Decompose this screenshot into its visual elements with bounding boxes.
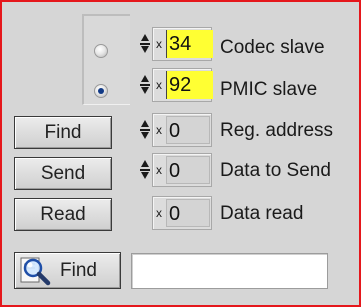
increment-arrow-icon[interactable] (141, 120, 149, 127)
decrement-arrow-icon[interactable] (141, 87, 149, 94)
decrement-arrow-icon[interactable] (141, 132, 149, 139)
find-search-button[interactable]: Find (14, 252, 121, 289)
reg-address-stepper[interactable] (140, 116, 150, 144)
reg-address-label: Reg. address (220, 120, 334, 141)
hex-radix-indicator[interactable]: x (156, 123, 162, 137)
stepper-divider (140, 169, 150, 171)
read-button-label: Read (40, 203, 86, 225)
decrement-arrow-icon[interactable] (141, 172, 149, 179)
data-to-send-label: Data to Send (220, 160, 331, 181)
stepper-divider (140, 84, 150, 86)
read-button[interactable]: Read (14, 198, 112, 231)
hex-radix-indicator[interactable]: x (156, 37, 162, 51)
hex-radix-indicator[interactable]: x (156, 163, 162, 177)
send-button[interactable]: Send (14, 157, 112, 190)
i2c-control-panel: Find Send Read x 34 Codec slave x 92 PMI… (0, 0, 361, 307)
codec-slave-stepper[interactable] (140, 30, 150, 58)
data-to-send-stepper[interactable] (140, 156, 150, 184)
codec-slave-field[interactable]: x 34 (152, 27, 213, 61)
pmic-slave-label: PMIC slave (220, 79, 318, 100)
increment-arrow-icon[interactable] (141, 160, 149, 167)
data-to-send-value[interactable]: 0 (166, 156, 210, 184)
hex-radix-indicator: x (156, 206, 162, 220)
pmic-slave-value[interactable]: 92 (166, 71, 213, 99)
data-read-value: 0 (166, 199, 210, 227)
reg-address-field[interactable]: x 0 (152, 113, 212, 147)
stepper-divider (140, 129, 150, 131)
increment-arrow-icon[interactable] (141, 34, 149, 41)
result-string-indicator (131, 253, 328, 289)
slave-select-radio-group (82, 14, 130, 105)
stepper-divider (140, 43, 150, 45)
reg-address-value[interactable]: 0 (166, 116, 210, 144)
data-read-label: Data read (220, 203, 304, 224)
hex-radix-indicator[interactable]: x (156, 78, 162, 92)
data-to-send-field[interactable]: x 0 (152, 153, 212, 187)
pmic-slave-radio[interactable] (94, 84, 108, 98)
codec-slave-radio[interactable] (94, 44, 108, 58)
pmic-slave-field[interactable]: x 92 (152, 68, 213, 102)
find-button-label: Find (44, 121, 82, 143)
codec-slave-value[interactable]: 34 (166, 30, 213, 58)
send-button-label: Send (40, 162, 86, 184)
find-button[interactable]: Find (14, 116, 112, 149)
codec-slave-label: Codec slave (220, 37, 325, 58)
magnifier-icon (20, 257, 51, 286)
data-read-indicator: x 0 (152, 196, 212, 230)
pmic-slave-stepper[interactable] (140, 71, 150, 99)
increment-arrow-icon[interactable] (141, 75, 149, 82)
find-search-label: Find (60, 260, 97, 281)
decrement-arrow-icon[interactable] (141, 46, 149, 53)
